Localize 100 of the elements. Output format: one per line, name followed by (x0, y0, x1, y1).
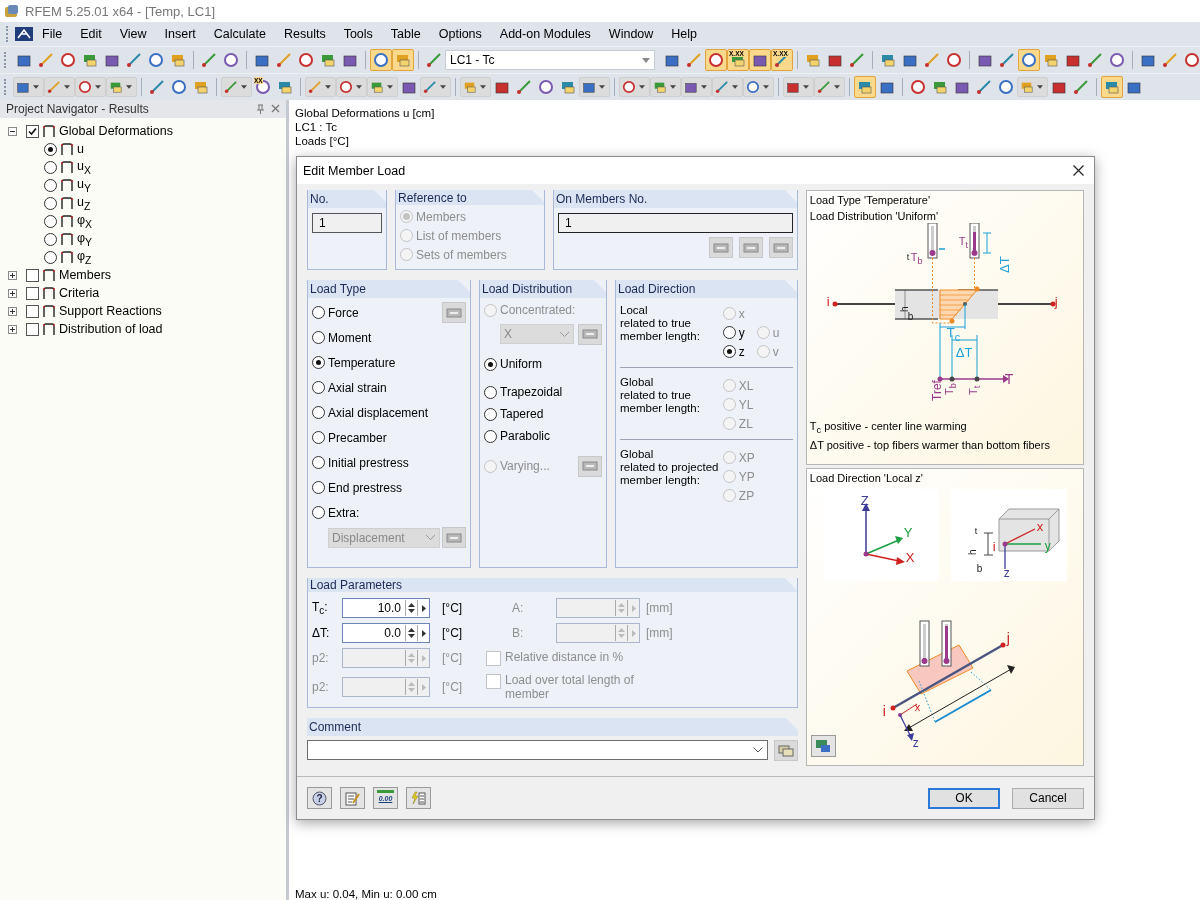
menu-item[interactable]: Add-on Modules (490, 25, 600, 43)
toolbar-button[interactable] (749, 49, 771, 71)
menu-item[interactable]: Tools (334, 25, 382, 43)
spin-arrows-icon[interactable] (408, 627, 415, 639)
arrow-right-icon[interactable] (421, 629, 426, 637)
tree-item[interactable]: Criteria (59, 286, 100, 300)
tree-item[interactable]: φ$_{Y}$ (77, 230, 93, 248)
settings-button[interactable] (442, 302, 466, 323)
toolbar-button[interactable] (579, 77, 610, 97)
toolbar-button[interactable] (681, 77, 712, 97)
help-button[interactable]: ? (307, 787, 332, 809)
settings-button[interactable] (578, 323, 602, 345)
tree-item[interactable]: u$_{Y}$ (77, 176, 91, 194)
pin-icon[interactable] (256, 103, 265, 115)
checkbox[interactable] (26, 268, 39, 282)
toolbar-button[interactable] (712, 77, 743, 97)
pick-button[interactable] (708, 237, 733, 258)
radio-button[interactable]: Axial displacement (312, 403, 429, 422)
arrow-right-icon[interactable] (421, 604, 426, 612)
toolbar-button[interactable] (1017, 77, 1048, 97)
settings-button[interactable] (442, 527, 466, 548)
dialog-button[interactable]: OK (928, 787, 1000, 809)
tree-item[interactable]: φ$_{Z}$ (77, 248, 92, 266)
radio-button[interactable] (44, 214, 57, 228)
generate-button[interactable] (406, 787, 431, 809)
checkbox[interactable] (26, 322, 39, 336)
select-button[interactable] (738, 237, 763, 258)
checkbox[interactable] (26, 286, 39, 300)
toolbar-button[interactable] (854, 76, 876, 98)
view-options-button[interactable] (810, 735, 836, 757)
menu-item[interactable]: Help (662, 25, 707, 43)
radio-button[interactable]: Uniform (484, 354, 542, 374)
toolbar-button[interactable] (619, 77, 650, 97)
app-menu-icon[interactable] (15, 27, 33, 41)
dialog-button[interactable]: Cancel (1012, 787, 1084, 809)
radio-button[interactable]: Parabolic (484, 426, 551, 446)
toolbar-button[interactable] (420, 77, 451, 97)
list-button[interactable] (768, 237, 793, 258)
radio-button[interactable]: End prestress (312, 478, 403, 497)
toolbar-button[interactable] (336, 77, 367, 97)
tree-item[interactable]: u (77, 142, 84, 156)
tree-item[interactable]: u$_{X}$ (77, 158, 91, 176)
checkbox[interactable] (26, 304, 39, 318)
radio-button[interactable]: Trapezoidal (484, 382, 563, 402)
toolbar-button[interactable] (705, 49, 727, 71)
radio-button[interactable]: y (722, 323, 745, 342)
edit-button[interactable] (340, 787, 365, 809)
load-case-dropdown[interactable]: LC1 - Tc (445, 50, 655, 70)
input-field[interactable]: 1 (558, 213, 793, 233)
menu-item[interactable]: File (33, 25, 72, 43)
radio-button[interactable]: Initial prestress (312, 453, 409, 472)
input-field[interactable]: 1 (312, 213, 382, 233)
checkbox[interactable] (26, 124, 39, 138)
radio-button[interactable]: Axial strain (312, 378, 387, 397)
radio-button[interactable] (44, 178, 57, 192)
number-field[interactable]: 0.0 (342, 623, 430, 643)
spin-arrows-icon[interactable] (408, 602, 415, 614)
tree-item[interactable]: Global Deformations (59, 124, 173, 138)
radio-button[interactable] (44, 250, 57, 264)
tree-item[interactable]: Members (59, 268, 112, 282)
number-field[interactable]: 10.0 (342, 598, 430, 618)
menu-item[interactable]: Results (274, 25, 335, 43)
comment-field[interactable] (307, 740, 768, 760)
radio-button[interactable]: z (722, 342, 745, 361)
toolbar-button[interactable] (783, 77, 814, 97)
radio-button[interactable]: Moment (312, 328, 372, 347)
toolbar-button[interactable] (814, 77, 845, 97)
toolbar-button[interactable] (44, 77, 75, 97)
tree-item[interactable]: φ$_{X}$ (77, 212, 93, 230)
radio-button[interactable]: Temperature (312, 353, 396, 372)
settings-button[interactable] (578, 455, 602, 477)
radio-button[interactable]: Tapered (484, 404, 544, 424)
radio-button[interactable]: Precamber (312, 428, 387, 447)
toolbar-button[interactable] (460, 77, 491, 97)
menu-item[interactable]: Table (381, 25, 430, 43)
toolbar-button[interactable] (75, 77, 106, 97)
toolbar-button[interactable] (106, 77, 137, 97)
toolbar-button[interactable] (367, 77, 398, 97)
toolbar-button[interactable] (221, 77, 252, 97)
menu-item[interactable]: Options (429, 25, 491, 43)
toolbar-button[interactable] (1018, 49, 1040, 71)
toolbar-button[interactable] (305, 77, 336, 97)
radio-button[interactable] (44, 160, 57, 174)
menu-item[interactable]: Insert (155, 25, 205, 43)
tree-item[interactable]: u$_{Z}$ (77, 194, 91, 212)
menu-item[interactable]: Calculate (204, 25, 275, 43)
menu-item[interactable]: View (110, 25, 156, 43)
toolbar-button[interactable] (650, 77, 681, 97)
toolbar-button[interactable] (743, 77, 774, 97)
tree-item[interactable]: Support Reactions (59, 304, 162, 318)
radio-button[interactable] (44, 232, 57, 246)
toolbar-button[interactable] (1101, 76, 1123, 98)
menu-item[interactable]: Edit (71, 25, 111, 43)
radio-button[interactable] (44, 142, 57, 156)
comment-list-button[interactable] (773, 740, 798, 761)
radio-button[interactable]: Force (312, 303, 359, 322)
radio-button[interactable]: Extra: (312, 503, 360, 522)
toolbar-button[interactable] (370, 49, 392, 71)
radio-button[interactable] (44, 196, 57, 210)
tree-item[interactable]: Distribution of load (59, 322, 163, 336)
